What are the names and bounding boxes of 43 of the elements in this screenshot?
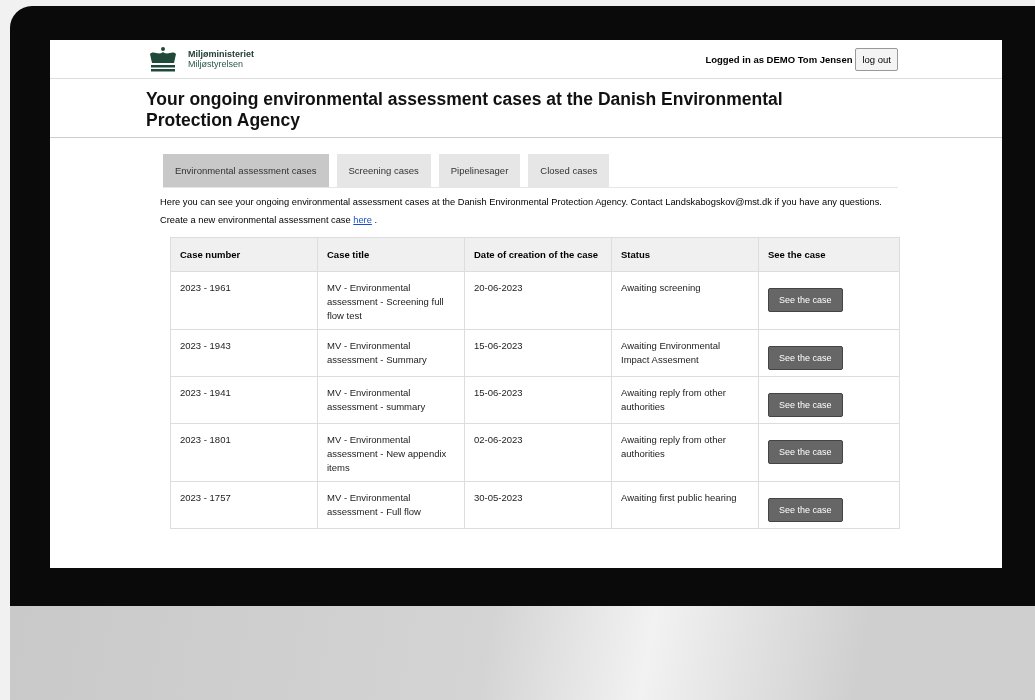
case-title-cell: MV - Environmental assessment - Screening full flow test: [317, 271, 465, 330]
create-text: Create a new environmental assessment case: [160, 215, 351, 225]
page-title: Your ongoing environmental assessment cases at the Danish Environmental Protection Agency: [146, 89, 784, 131]
logout-button[interactable]: log out: [855, 47, 898, 71]
here-link[interactable]: here: [353, 215, 372, 225]
case-number-cell: 2023 - 1943: [170, 329, 318, 377]
column-header: See the case: [758, 237, 900, 272]
see-case-button[interactable]: See the case: [768, 288, 843, 312]
see-case-button[interactable]: See the case: [768, 498, 843, 522]
status-cell: Awaiting screening: [611, 271, 759, 330]
see-case-button[interactable]: See the case: [768, 393, 843, 417]
tab[interactable]: Screening cases: [336, 154, 431, 187]
agency-name: Miljøstyrelsen: [188, 59, 244, 69]
period-text: .: [374, 215, 378, 225]
status-cell: Awaiting reply from other authorities: [611, 376, 759, 424]
case-number-cell: 2023 - 1801: [170, 423, 318, 482]
date-cell: 30-05-2023: [464, 481, 612, 529]
see-case-button[interactable]: See the case: [768, 440, 843, 464]
date-cell: 20-06-2023: [464, 271, 612, 330]
case-number-cell: 2023 - 1961: [170, 271, 318, 330]
intro-text: Here you can see your ongoing environmental assessment cases at the Danish Environmental Protection Agency. Contact Landskabogskov@mst.dk if you have any questions.: [160, 197, 883, 207]
status-cell: Awaiting first public hearing: [611, 481, 759, 529]
case-title-cell: MV - Environmental assessment - New appendix items: [317, 423, 465, 482]
case-title-cell: MV - Environmental assessment - summary: [317, 376, 465, 424]
column-header: Status: [611, 237, 759, 272]
case-number-cell: 2023 - 1941: [170, 376, 318, 424]
date-cell: 15-06-2023: [464, 376, 612, 424]
tab[interactable]: Environmental assessment cases: [163, 154, 329, 187]
ministry-name: Miljøministeriet: [188, 49, 254, 59]
status-cell: Awaiting reply from other authorities: [611, 423, 759, 482]
case-title-cell: MV - Environmental assessment - Summary: [317, 329, 465, 377]
column-header: Case title: [317, 237, 465, 272]
tab[interactable]: Closed cases: [528, 154, 610, 187]
column-header: Date of creation of the case: [464, 237, 612, 272]
column-header: Case number: [170, 237, 318, 272]
tab[interactable]: Pipelinesager: [438, 154, 521, 187]
case-title-cell: MV - Environmental assessment - Full flow: [317, 481, 465, 529]
case-number-cell: 2023 - 1757: [170, 481, 318, 529]
date-cell: 02-06-2023: [464, 423, 612, 482]
see-case-button[interactable]: See the case: [768, 346, 843, 370]
login-status: Logged in as DEMO Tom Jensen: [705, 53, 853, 65]
status-cell: Awaiting Environmental Impact Assesment: [611, 329, 759, 377]
date-cell: 15-06-2023: [464, 329, 612, 377]
